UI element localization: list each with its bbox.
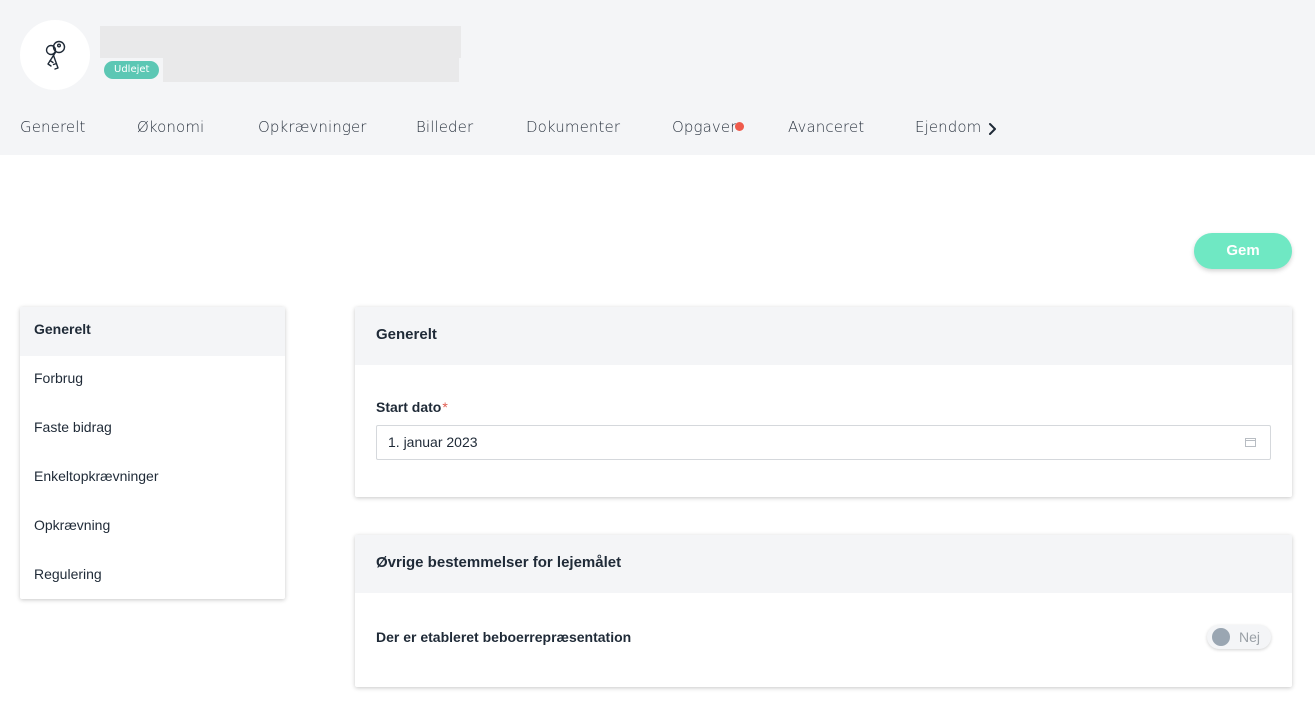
redacted-title xyxy=(100,26,461,58)
calendar-icon[interactable] xyxy=(1245,437,1256,447)
tab-generelt[interactable]: Generelt xyxy=(20,118,86,136)
redacted-subtitle xyxy=(163,58,459,82)
menu-item-opkraevning[interactable]: Opkrævning xyxy=(20,503,285,552)
chevron-right-icon[interactable] xyxy=(986,120,1000,138)
menu-item-faste-bidrag[interactable]: Faste bidrag xyxy=(20,405,285,454)
representation-toggle[interactable]: Nej xyxy=(1207,625,1271,649)
start-date-input[interactable]: 1. januar 2023 xyxy=(376,425,1271,460)
status-badge: Udlejet xyxy=(104,61,160,79)
general-card-title: Generelt xyxy=(355,307,1292,365)
save-button[interactable]: Gem xyxy=(1194,233,1292,269)
tab-opgaver[interactable]: Opgaver xyxy=(672,118,737,136)
toggle-value: Nej xyxy=(1239,629,1261,645)
start-date-label-text: Start dato xyxy=(376,399,442,415)
tab-ejendom[interactable]: Ejendom xyxy=(915,118,981,136)
toggle-knob xyxy=(1212,628,1230,646)
start-date-label: Start dato* xyxy=(376,399,448,415)
section-menu: Generelt Forbrug Faste bidrag Enkeltopkr… xyxy=(20,307,285,599)
other-provisions-title: Øvrige bestemmelser for lejemålet xyxy=(355,535,1292,593)
keys-icon xyxy=(45,40,66,70)
menu-item-generelt[interactable]: Generelt xyxy=(20,307,285,356)
page-header: Udlejet Generelt Økonomi Opkrævninger Bi… xyxy=(0,0,1315,155)
tab-opkraevninger[interactable]: Opkrævninger xyxy=(258,118,367,136)
tab-avanceret[interactable]: Avanceret xyxy=(788,118,864,136)
general-card: Generelt Start dato* 1. januar 2023 xyxy=(355,307,1292,497)
representation-label: Der er etableret beboerrepræsentation xyxy=(376,629,632,645)
tab-okonomi[interactable]: Økonomi xyxy=(137,118,204,136)
required-marker: * xyxy=(442,399,448,415)
tab-billeder[interactable]: Billeder xyxy=(416,118,473,136)
tab-dokumenter[interactable]: Dokumenter xyxy=(526,118,620,136)
menu-item-regulering[interactable]: Regulering xyxy=(20,552,285,599)
menu-item-enkeltopkraevninger[interactable]: Enkeltopkrævninger xyxy=(20,454,285,503)
menu-item-forbrug[interactable]: Forbrug xyxy=(20,356,285,405)
tab-bar: Generelt Økonomi Opkrævninger Billeder D… xyxy=(0,118,1315,146)
avatar xyxy=(20,20,90,90)
notification-dot xyxy=(735,122,744,131)
start-date-value: 1. januar 2023 xyxy=(388,434,478,450)
other-provisions-card: Øvrige bestemmelser for lejemålet Der er… xyxy=(355,535,1292,687)
